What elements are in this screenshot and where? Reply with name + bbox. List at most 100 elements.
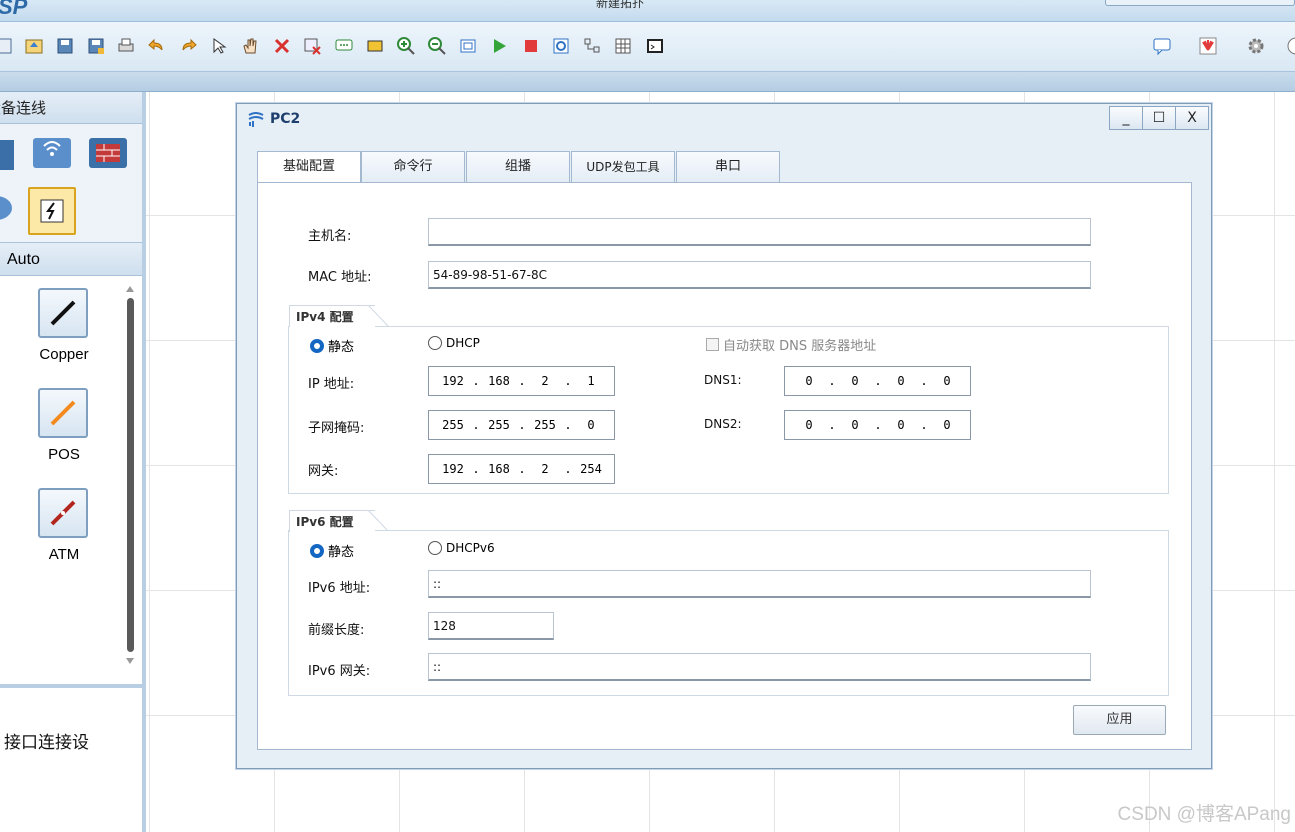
device-category-wlan-icon[interactable] [32, 134, 72, 174]
cli-icon[interactable] [643, 34, 667, 58]
device-category-cloud-icon[interactable] [0, 188, 20, 228]
help-icon[interactable] [1284, 34, 1295, 58]
device-category-icons [0, 124, 142, 242]
tab-udp-tool[interactable]: UDP发包工具 [571, 151, 675, 183]
panel-divider[interactable] [0, 684, 142, 688]
show-interfaces-icon[interactable] [580, 34, 604, 58]
stop-device-icon[interactable] [519, 34, 543, 58]
device-panel-header: 设备连线 [0, 92, 142, 124]
tab-multicast[interactable]: 组播 [466, 151, 570, 183]
ip-address-input[interactable]: 192. 168. 2. 1 [428, 366, 615, 396]
start-device-icon[interactable] [487, 34, 511, 58]
dns2-label: DNS2: [704, 417, 742, 431]
device-category-router-icon[interactable] [0, 134, 16, 174]
redo-icon[interactable] [176, 34, 200, 58]
ipv4-dhcp-label: DHCP [446, 336, 480, 350]
close-button[interactable]: X [1175, 106, 1209, 130]
ipv4-static-label: 静态 [328, 340, 355, 355]
delete-icon[interactable] [270, 34, 294, 58]
minimize-button[interactable]: _ [1109, 106, 1143, 130]
subnet-mask-input[interactable]: 255. 255. 255. 0 [428, 410, 615, 440]
ipv4-static-radio[interactable]: 静态 [310, 336, 354, 355]
ipv6-gateway-label: IPv6 网关: [308, 664, 371, 679]
window-title: 新建拓扑 [595, 0, 644, 10]
toolbar-strip [0, 72, 1295, 92]
open-icon[interactable] [22, 34, 46, 58]
save-icon[interactable] [53, 34, 77, 58]
new-topology-icon[interactable] [0, 34, 16, 58]
maximize-button[interactable]: ☐ [1142, 106, 1176, 130]
ipv6-address-input[interactable]: :: [428, 570, 1091, 598]
auto-dns-checkbox[interactable]: 自动获取 DNS 服务器地址 [706, 335, 876, 354]
auto-dns-label: 自动获取 DNS 服务器地址 [723, 339, 877, 354]
copper-cable-icon[interactable] [38, 288, 88, 338]
pos-cable-icon[interactable] [38, 388, 88, 438]
ipv6-tab-slant [368, 510, 389, 532]
connection-label: POS [48, 446, 80, 463]
connection-label: Copper [39, 346, 89, 363]
mac-label: MAC 地址: [308, 270, 372, 285]
tab-command-line[interactable]: 命令行 [361, 151, 465, 183]
dns1-label: DNS1: [704, 373, 742, 387]
connection-scrollbar[interactable] [124, 284, 136, 666]
fit-view-icon[interactable] [456, 34, 480, 58]
device-category-connection-icon[interactable] [28, 187, 76, 235]
app-logo: SP [0, 0, 28, 19]
huawei-logo-icon[interactable] [1196, 34, 1220, 58]
title-bar: SP 新建拓扑 [0, 0, 1295, 22]
ipv4-dhcp-radio[interactable]: DHCP [428, 336, 480, 350]
ip-address-label: IP 地址: [308, 377, 355, 392]
dialog-titlebar[interactable]: PC2 _ ☐ X [237, 104, 1211, 136]
select-pointer-icon[interactable] [207, 34, 231, 58]
dns2-input[interactable]: 0.0.0.0 [784, 410, 971, 440]
scroll-up-icon[interactable] [124, 284, 136, 294]
message-icon[interactable] [1150, 34, 1174, 58]
zoom-out-icon[interactable] [425, 34, 449, 58]
gateway-input[interactable]: 192. 168. 2. 254 [428, 454, 615, 484]
ipv6-static-radio[interactable]: 静态 [310, 541, 354, 560]
connection-pos[interactable]: POS [38, 388, 90, 463]
atm-cable-icon[interactable] [38, 488, 88, 538]
scroll-down-icon[interactable] [124, 656, 136, 666]
device-category-firewall-icon[interactable] [88, 134, 128, 174]
ipv6-gateway-input[interactable]: :: [428, 653, 1091, 681]
tab-basic-config[interactable]: 基础配置 [257, 151, 361, 184]
ipv6-group-title: IPv6 配置 [289, 510, 375, 532]
delete-connection-icon[interactable] [300, 34, 324, 58]
zoom-in-icon[interactable] [394, 34, 418, 58]
pc-icon [248, 112, 264, 127]
connection-atm[interactable]: ATM [38, 488, 90, 563]
ipv6-dhcp-radio[interactable]: DHCPv6 [428, 541, 495, 555]
prefix-length-label: 前缀长度: [308, 623, 365, 638]
settings-gear-icon[interactable] [1244, 34, 1268, 58]
watermark: CSDN @博客APang [1117, 804, 1291, 825]
hostname-input[interactable] [428, 218, 1091, 246]
dns1-input[interactable]: 0.0.0.0 [784, 366, 971, 396]
connection-type-header: Auto [0, 242, 142, 276]
pc-config-dialog: PC2 _ ☐ X 基础配置 命令行 组播 UDP发包工具 串口 主机名: MA… [236, 103, 1212, 769]
basic-config-panel: 主机名: MAC 地址: 54-89-98-51-67-8C IPv4 配置 静… [257, 182, 1192, 750]
pan-hand-icon[interactable] [238, 34, 262, 58]
rectangle-icon[interactable] [363, 34, 387, 58]
window-controls[interactable] [1105, 0, 1295, 6]
ipv6-static-label: 静态 [328, 545, 355, 560]
grid-icon[interactable] [611, 34, 635, 58]
save-as-icon[interactable] [84, 34, 108, 58]
main-toolbar [0, 22, 1295, 72]
tab-serial[interactable]: 串口 [676, 151, 780, 183]
connection-copper[interactable]: Copper [38, 288, 90, 363]
ipv4-tab-slant [368, 305, 389, 327]
undo-icon[interactable] [145, 34, 169, 58]
prefix-length-input[interactable]: 128 [428, 612, 554, 640]
mac-input[interactable]: 54-89-98-51-67-8C [428, 261, 1091, 289]
dialog-controls: _ ☐ X [1109, 106, 1209, 130]
ipv6-address-label: IPv6 地址: [308, 581, 371, 596]
gateway-label: 网关: [308, 464, 339, 479]
capture-data-icon[interactable] [549, 34, 573, 58]
ipv6-dhcp-label: DHCPv6 [446, 541, 495, 555]
apply-button[interactable]: 应用 [1073, 705, 1166, 735]
hostname-label: 主机名: [308, 229, 352, 244]
text-note-icon[interactable] [332, 34, 356, 58]
print-icon[interactable] [114, 34, 138, 58]
scroll-thumb[interactable] [127, 298, 134, 652]
